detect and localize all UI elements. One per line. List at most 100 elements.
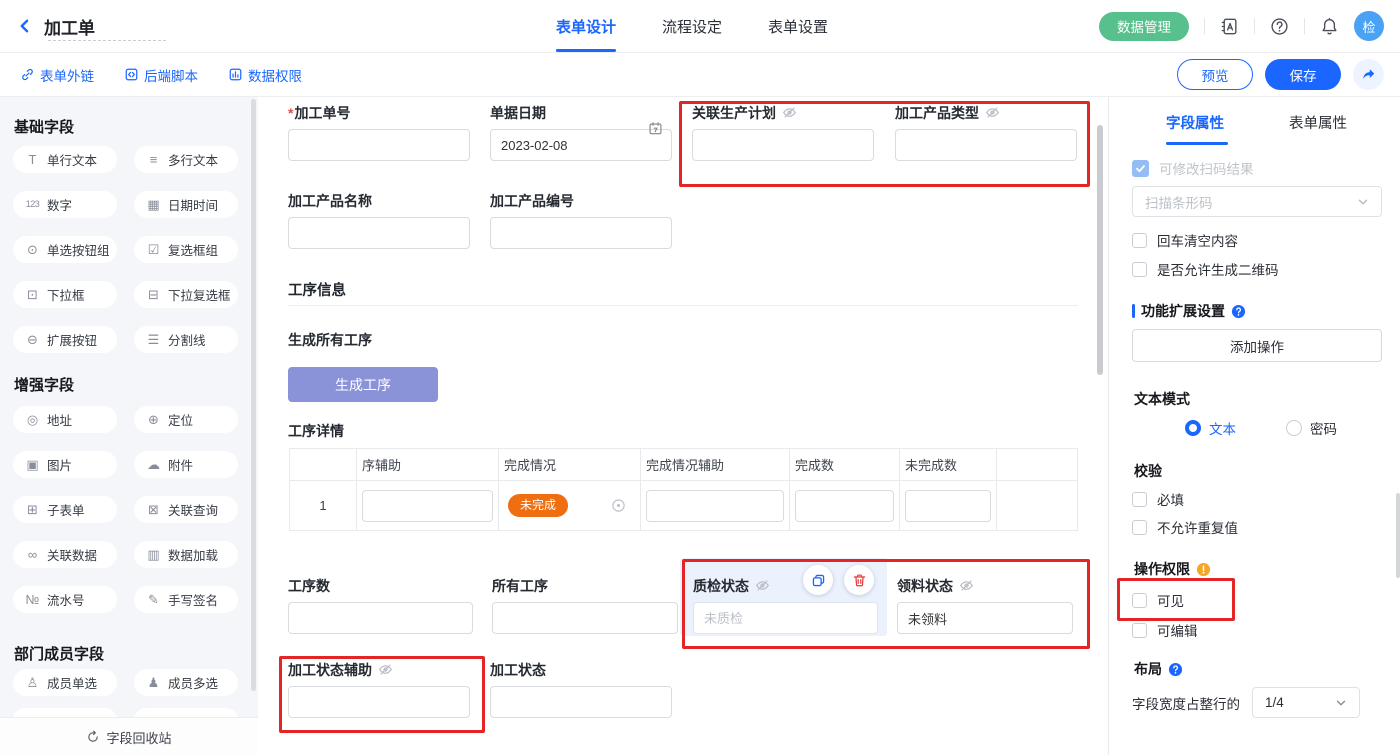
section-divider [288, 305, 1078, 306]
field-label: 工序数 [288, 577, 473, 594]
sidebar-scrollbar[interactable] [251, 99, 256, 691]
avatar[interactable]: 检 [1354, 11, 1384, 41]
sidebar-item-data-load[interactable]: ▥数据加载 [134, 541, 238, 568]
product-name-input[interactable] [288, 217, 470, 249]
field-product-type[interactable]: 加工产品类型 [895, 104, 1077, 161]
scan-editable-checkbox[interactable] [1132, 160, 1149, 177]
uncompleted-count-cell-input[interactable] [905, 490, 991, 522]
completed-count-cell-input[interactable] [795, 490, 894, 522]
sidebar-item-datetime[interactable]: ▦日期时间 [134, 191, 238, 218]
calendar-icon[interactable] [648, 121, 663, 136]
sidebar-item-multi-select[interactable]: ⊟下拉复选框 [134, 281, 238, 308]
field-recycle-bin[interactable]: 字段回收站 [0, 717, 258, 755]
active-tab-underline [556, 49, 616, 52]
completion-aux-cell-input[interactable] [646, 490, 784, 522]
product-type-input[interactable] [895, 129, 1077, 161]
sidebar-item-address[interactable]: ◎地址 [13, 406, 117, 433]
visible-checkbox[interactable] [1132, 593, 1147, 608]
help-circle-icon[interactable] [1231, 304, 1246, 319]
save-button[interactable]: 保存 [1265, 59, 1341, 90]
editable-checkbox[interactable] [1132, 623, 1147, 638]
mode-text-radio[interactable] [1185, 420, 1201, 436]
data-manage-button[interactable]: 数据管理 [1099, 12, 1189, 41]
related-plan-input[interactable] [692, 129, 874, 161]
contacts-book-icon[interactable] [1220, 17, 1239, 36]
add-action-button[interactable]: 添加操作 [1132, 329, 1382, 362]
sidebar-item-linked-data[interactable]: ∞关联数据 [13, 541, 117, 568]
column-header: 完成情况辅助 [641, 449, 790, 481]
allow-qrcode-checkbox[interactable] [1132, 262, 1147, 277]
processing-no-input[interactable] [288, 129, 470, 161]
tab-form-setting[interactable]: 表单设置 [768, 0, 828, 52]
scan-type-select[interactable]: 扫描条形码 [1132, 186, 1382, 217]
section-title-enhanced-fields: 增强字段 [14, 374, 74, 395]
material-status-input[interactable] [897, 602, 1073, 634]
back-button[interactable] [18, 17, 36, 35]
field-width-select[interactable]: 1/4 [1252, 687, 1360, 718]
required-checkbox[interactable] [1132, 492, 1147, 507]
sidebar-item-radio-group[interactable]: ⊙单选按钮组 [13, 236, 117, 263]
sidebar-item-extend-button[interactable]: ⊖扩展按钮 [13, 326, 117, 353]
sidebar-item-location[interactable]: ⊕定位 [134, 406, 238, 433]
preview-button[interactable]: 预览 [1177, 59, 1253, 90]
canvas-scrollbar[interactable] [1097, 125, 1103, 375]
clear-on-enter-checkbox[interactable] [1132, 233, 1147, 248]
share-button[interactable] [1353, 59, 1384, 90]
sidebar-item-select[interactable]: ⊡下拉框 [13, 281, 117, 308]
sidebar-item-serial-number[interactable]: №流水号 [13, 586, 117, 613]
section-title-basic-fields: 基础字段 [14, 116, 74, 137]
tab-form-design[interactable]: 表单设计 [556, 0, 616, 52]
panel-scrollbar[interactable] [1396, 493, 1400, 578]
field-product-no[interactable]: 加工产品编号 [490, 192, 672, 249]
copy-field-button[interactable] [803, 565, 833, 595]
aux-process-cell-input[interactable] [362, 490, 493, 522]
table-row: 1 未完成 [290, 481, 1078, 531]
field-related-plan[interactable]: 关联生产计划 [692, 104, 874, 161]
no-duplicate-checkbox[interactable] [1132, 520, 1147, 535]
sidebar-item-text[interactable]: T单行文本 [13, 146, 117, 173]
sidebar-item-checkbox-group[interactable]: ☑复选框组 [134, 236, 238, 263]
sidebar-item-number[interactable]: 123数字 [13, 191, 117, 218]
field-status[interactable]: 加工状态 [490, 661, 672, 718]
circle-dot-icon[interactable] [611, 498, 626, 513]
mode-password-radio[interactable] [1286, 420, 1302, 436]
product-no-input[interactable] [490, 217, 672, 249]
divider-icon: ☰ [145, 333, 162, 346]
tab-form-properties[interactable]: 表单属性 [1289, 112, 1347, 133]
process-count-input[interactable] [288, 602, 473, 634]
field-material-status[interactable]: 领料状态 [897, 577, 1073, 634]
form-external-link[interactable]: 表单外链 [20, 65, 94, 85]
generate-process-button[interactable]: 生成工序 [288, 367, 438, 402]
all-process-input[interactable] [492, 602, 678, 634]
bell-icon[interactable] [1320, 17, 1339, 36]
backend-script-link[interactable]: 后端脚本 [124, 65, 198, 85]
sidebar-item-signature[interactable]: ✎手写签名 [134, 586, 238, 613]
delete-field-button[interactable] [844, 565, 874, 595]
field-all-process[interactable]: 所有工序 [492, 577, 678, 634]
field-product-name[interactable]: 加工产品名称 [288, 192, 470, 249]
tab-field-properties[interactable]: 字段属性 [1166, 112, 1224, 133]
field-process-count[interactable]: 工序数 [288, 577, 473, 634]
qc-status-input[interactable] [693, 602, 878, 634]
field-status-aux[interactable]: 加工状态辅助 [288, 661, 470, 718]
sidebar-item-attachment[interactable]: ☁附件 [134, 451, 238, 478]
sidebar-item-image[interactable]: ▣图片 [13, 451, 117, 478]
sidebar-item-divider[interactable]: ☰分割线 [134, 326, 238, 353]
sidebar-item-linked-query[interactable]: ⊠关联查询 [134, 496, 238, 523]
status-aux-input[interactable] [288, 686, 470, 718]
recycle-icon [86, 730, 100, 744]
field-doc-date[interactable]: 单据日期 [490, 104, 672, 161]
sidebar-item-subform[interactable]: ⊞子表单 [13, 496, 117, 523]
field-processing-no[interactable]: *加工单号 [288, 104, 470, 161]
doc-date-input[interactable] [490, 129, 672, 161]
tab-flow-setting[interactable]: 流程设定 [662, 0, 722, 52]
sidebar-item-member-single[interactable]: ♙成员单选 [13, 669, 117, 696]
help-icon[interactable] [1270, 17, 1289, 36]
help-circle-icon[interactable] [1168, 662, 1183, 677]
sidebar-item-textarea[interactable]: ≡多行文本 [134, 146, 238, 173]
sidebar-item-member-multi[interactable]: ♟成员多选 [134, 669, 238, 696]
generate-all-label: 生成所有工序 [288, 331, 372, 348]
status-badge[interactable]: 未完成 [508, 494, 568, 517]
data-permission-link[interactable]: 数据权限 [228, 65, 302, 85]
status-input[interactable] [490, 686, 672, 718]
